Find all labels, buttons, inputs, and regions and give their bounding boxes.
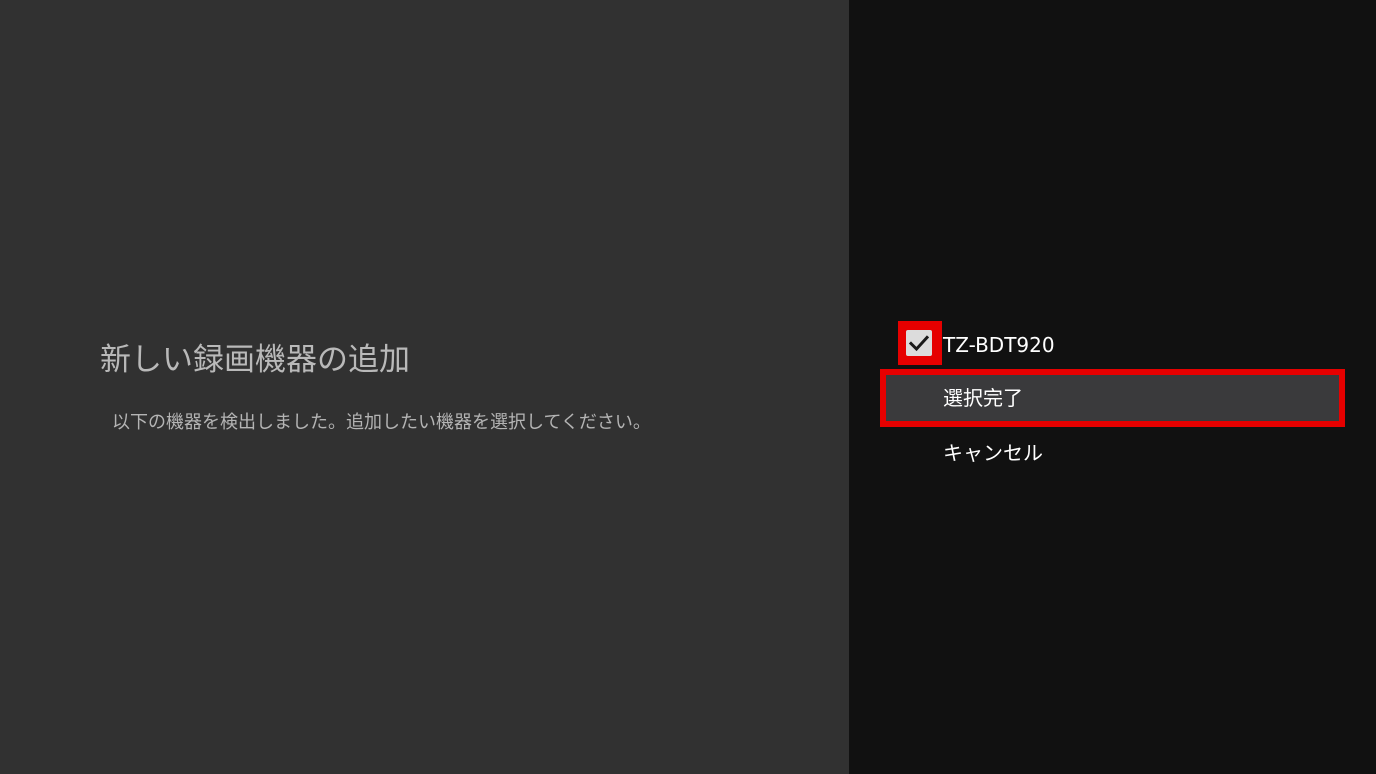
device-option-tz-bdt920[interactable]: TZ-BDT920 [883,318,1342,372]
info-panel: 新しい録画機器の追加 以下の機器を検出しました。追加したい機器を選択してください… [0,0,849,774]
page-title: 新しい録画機器の追加 [100,342,410,378]
device-add-screen: 新しい録画機器の追加 以下の機器を検出しました。追加したい機器を選択してください… [0,0,1376,774]
cancel-button[interactable]: キャンセル [883,426,1342,480]
device-label: TZ-BDT920 [943,333,1055,357]
confirm-selection-label: 選択完了 [943,386,1023,410]
cancel-label: キャンセル [943,441,1043,465]
checkmark-icon [908,335,930,352]
checkbox-highlight [898,321,942,365]
option-list: TZ-BDT920 選択完了 キャンセル [849,0,1376,774]
device-checkbox[interactable] [906,330,932,356]
confirm-selection-button[interactable]: 選択完了 [880,369,1345,427]
page-description: 以下の機器を検出しました。追加したい機器を選択してください。 [112,412,651,433]
